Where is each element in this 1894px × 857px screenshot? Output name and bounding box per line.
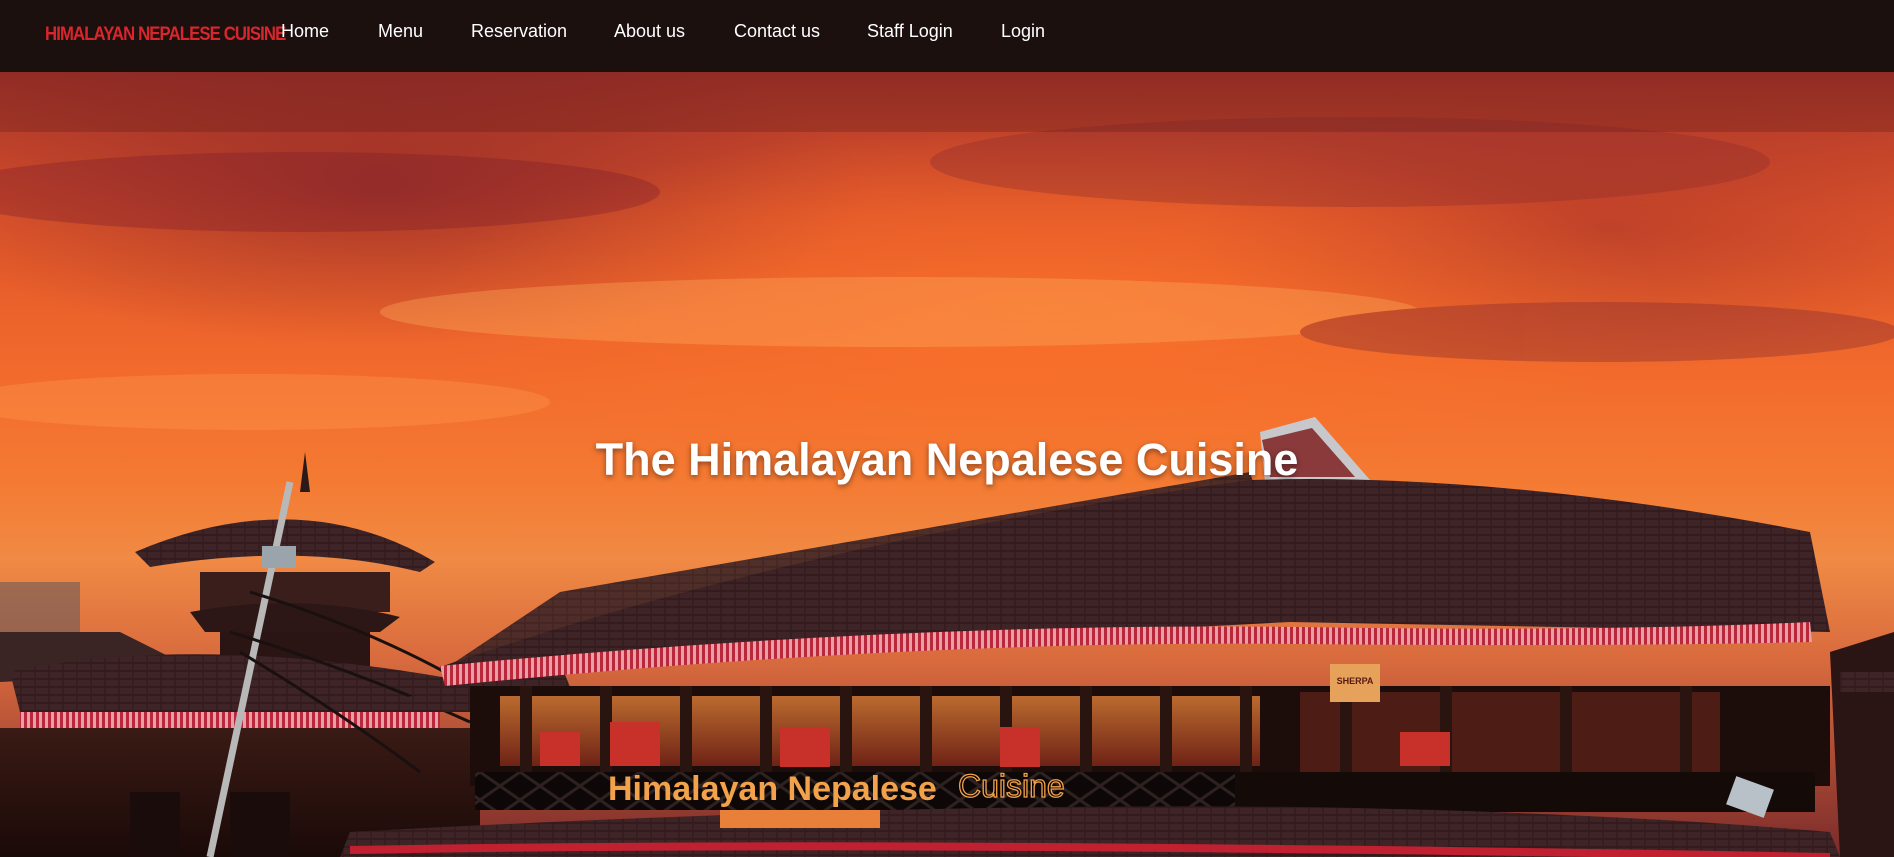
sherpa-sign-text: SHERPA	[1337, 676, 1374, 686]
cloud-streaks	[0, 117, 1894, 430]
nav-login[interactable]: Login	[1001, 21, 1045, 42]
nav-home[interactable]: Home	[281, 21, 329, 42]
nav-about-us[interactable]: About us	[614, 21, 685, 42]
nav-reservation[interactable]: Reservation	[471, 21, 567, 42]
hero-banner: SHERPA Himalayan Nepalese Cuisine The Hi…	[0, 72, 1894, 857]
restaurant-sign-primary: Himalayan Nepalese	[608, 770, 937, 808]
temple-upper-floor: SHERPA	[470, 664, 1830, 786]
lattice-band: Himalayan Nepalese Cuisine	[475, 767, 1815, 812]
right-buildings	[1830, 632, 1894, 857]
nav-contact-us[interactable]: Contact us	[734, 21, 820, 42]
nav-menu[interactable]: Menu	[378, 21, 423, 42]
top-navbar: HIMALAYAN NEPALESE CUISINE Home Menu Res…	[0, 0, 1894, 72]
hero-title: The Himalayan Nepalese Cuisine	[595, 434, 1299, 485]
restaurant-sign-secondary: Cuisine	[958, 768, 1065, 804]
nav-staff-login[interactable]: Staff Login	[867, 21, 953, 42]
brand-logo[interactable]: HIMALAYAN NEPALESE CUISINE	[45, 24, 286, 46]
